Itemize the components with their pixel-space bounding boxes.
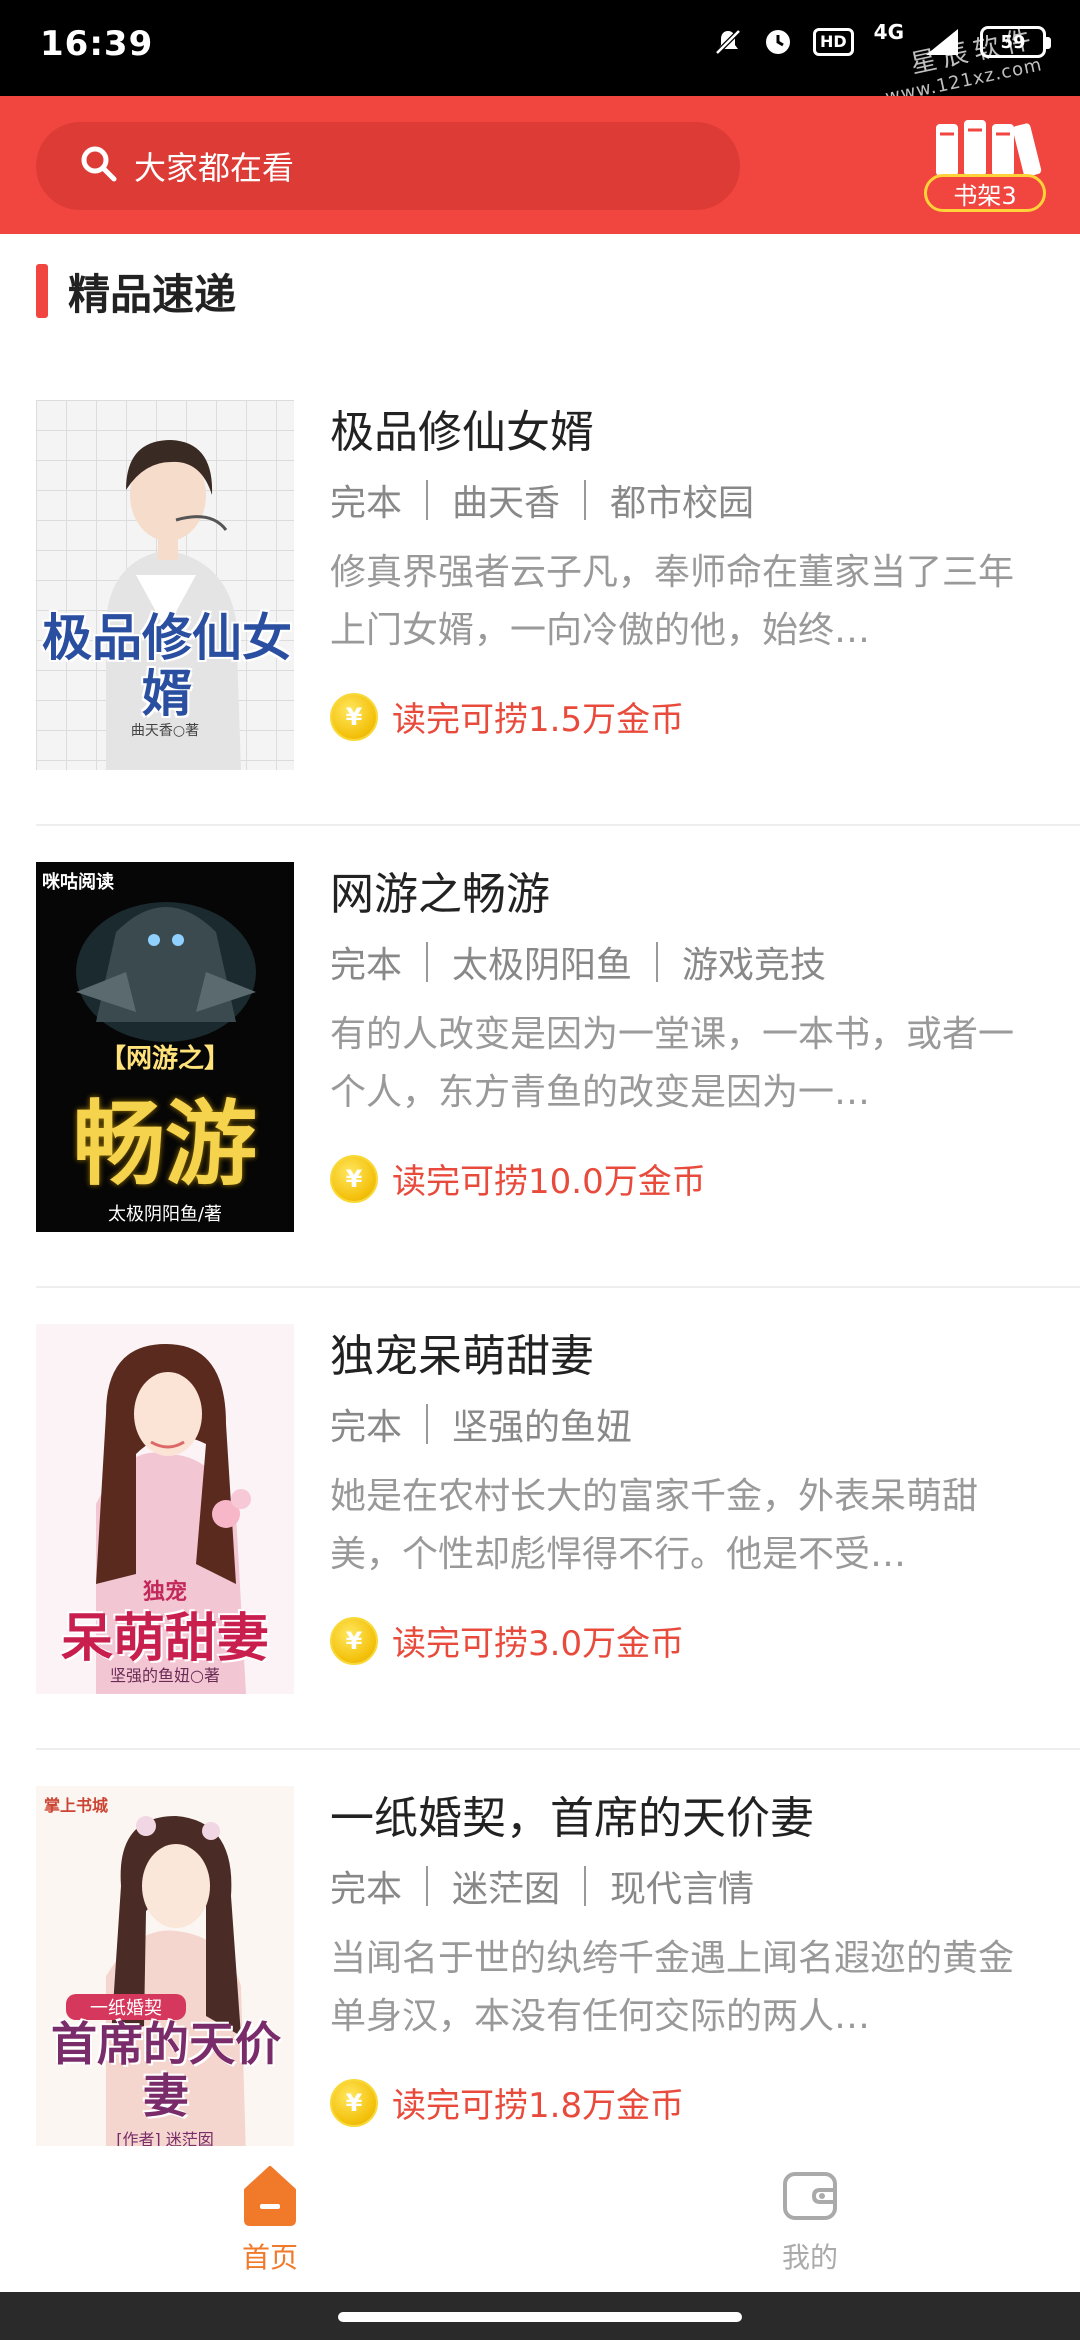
book-category: 都市校园 — [610, 483, 755, 524]
nav-home-label: 首页 — [241, 2241, 298, 2274]
alarm-icon — [763, 27, 793, 57]
mute-icon — [713, 27, 743, 57]
book-item[interactable]: 独宠 呆萌甜妻 坚强的鱼妞○著 独宠呆萌甜妻 完本 坚强的鱼妞 她是在农村长大的… — [0, 1288, 1080, 1750]
home-indicator[interactable] — [338, 2312, 742, 2322]
book-author: 迷茫囡 — [452, 1869, 561, 1910]
book-description: 有的人改变是因为一堂课，一本书，或者一个人，东方青鱼的改变是因为一… — [330, 1014, 1015, 1113]
coin-icon: ¥ — [330, 1154, 378, 1203]
book-reward: ¥ 读完可捞1.8万金币 — [330, 2078, 684, 2127]
network-type: 4G — [873, 20, 904, 44]
book-cover: 掌上书城 一纸婚契 首席的天价妻 [作者] 迷茫囡 — [36, 1786, 294, 2156]
status-time: 16:39 — [40, 24, 154, 64]
nav-mine[interactable]: 我的 — [710, 2164, 910, 2276]
cover-brand: 咪咕阅读 — [42, 872, 114, 893]
cover-author: 坚强的鱼妞○著 — [110, 1666, 220, 1685]
book-author: 坚强的鱼妞 — [452, 1407, 633, 1448]
meta-divider — [426, 480, 429, 520]
book-item[interactable]: 咪咕阅读 【网游之】 畅游 太极阴阳鱼/著 网游之畅游 完本 太极阴阳鱼 游戏竞… — [0, 826, 1080, 1288]
cover-title: 畅游 — [72, 1090, 257, 1198]
book-description: 她是在农村长大的富家千金，外表呆萌甜美，个性却彪悍得不行。他是不受… — [330, 1476, 979, 1575]
book-title: 极品修仙女婿 — [330, 407, 594, 458]
book-meta: 完本 太极阴阳鱼 游戏竞技 — [330, 936, 826, 988]
bookshelf-label: 书架3 — [924, 174, 1046, 212]
wallet-icon — [780, 2164, 840, 2226]
book-item[interactable]: 极品修仙女婿 曲天香○著 极品修仙女婿 完本 曲天香 都市校园 修真界强者云子凡… — [0, 364, 1080, 826]
book-category: 现代言情 — [610, 1869, 755, 1910]
book-meta: 完本 曲天香 都市校园 — [330, 474, 754, 526]
hd-icon: HD — [812, 28, 854, 56]
book-reward: ¥ 读完可捞1.5万金币 — [330, 692, 684, 741]
book-reward: ¥ 读完可捞3.0万金币 — [330, 1616, 684, 1665]
coin-icon: ¥ — [330, 1616, 378, 1665]
bottom-nav: 首页 我的 — [0, 2146, 1080, 2292]
reward-text: 读完可捞10.0万金币 — [392, 1162, 706, 1202]
book-title: 一纸婚契，首席的天价妻 — [330, 1793, 814, 1844]
cover-author: 太极阴阳鱼/著 — [107, 1204, 223, 1225]
bookshelf-button[interactable]: 书架3 — [924, 116, 1048, 216]
book-cover: 咪咕阅读 【网游之】 畅游 太极阴阳鱼/著 — [36, 862, 294, 1232]
book-meta: 完本 迷茫囡 现代言情 — [330, 1860, 754, 1912]
book-status: 完本 — [330, 483, 403, 524]
status-bar: 16:39 HD 4G 59 星辰软件 www.121xz.com — [0, 0, 1080, 108]
book-description: 修真界强者云子凡，奉师命在董家当了三年上门女婿，一向冷傲的他，始终… — [330, 552, 1015, 651]
section-title-text: 精品速递 — [68, 269, 237, 319]
book-status: 完本 — [330, 1407, 403, 1448]
coin-icon: ¥ — [330, 692, 378, 741]
book-reward: ¥ 读完可捞10.0万金币 — [330, 1154, 706, 1203]
search-icon — [80, 145, 118, 187]
search-bar[interactable]: 大家都在看 — [36, 122, 740, 210]
book-status: 完本 — [330, 1869, 403, 1910]
cover-brand: 掌上书城 — [44, 1796, 109, 1815]
nav-mine-label: 我的 — [781, 2241, 838, 2274]
gesture-bar — [0, 2292, 1080, 2340]
coin-icon: ¥ — [330, 2078, 378, 2127]
section-title: 精品速递 — [36, 264, 236, 319]
book-category: 游戏竞技 — [682, 945, 827, 986]
book-author: 曲天香 — [452, 483, 561, 524]
cover-title: 极品修仙女婿 — [42, 608, 292, 723]
book-status: 完本 — [330, 945, 403, 986]
book-cover: 极品修仙女婿 曲天香○著 — [36, 400, 294, 770]
meta-divider — [656, 942, 659, 982]
meta-divider — [426, 942, 429, 982]
reward-text: 读完可捞3.0万金币 — [392, 1624, 685, 1664]
reward-text: 读完可捞1.5万金币 — [392, 700, 685, 740]
search-placeholder: 大家都在看 — [134, 149, 295, 187]
book-author: 太极阴阳鱼 — [452, 945, 633, 986]
book-cover: 独宠 呆萌甜妻 坚强的鱼妞○著 — [36, 1324, 294, 1694]
nav-home[interactable]: 首页 — [170, 2164, 370, 2276]
meta-divider — [584, 480, 587, 520]
cover-author: 曲天香○著 — [130, 723, 200, 739]
book-meta: 完本 坚强的鱼妞 — [330, 1398, 632, 1450]
cover-title: 首席的天价妻 — [51, 2017, 281, 2123]
reward-text: 读完可捞1.8万金币 — [392, 2086, 685, 2126]
meta-divider — [426, 1404, 429, 1444]
section-accent-bar — [36, 264, 48, 318]
app-header: 大家都在看 书架3 — [0, 96, 1080, 234]
meta-divider — [584, 1866, 587, 1906]
cover-title: 呆萌甜妻 — [60, 1608, 269, 1669]
book-title: 网游之畅游 — [330, 869, 550, 920]
home-icon — [240, 2164, 300, 2226]
meta-divider — [426, 1866, 429, 1906]
book-title: 独宠呆萌甜妻 — [330, 1331, 594, 1382]
book-description: 当闻名于世的纨绔千金遇上闻名遐迩的黄金单身汉，本没有任何交际的两人… — [330, 1938, 1015, 2037]
book-item[interactable]: 掌上书城 一纸婚契 首席的天价妻 [作者] 迷茫囡 一纸婚契，首席的天价妻 完本… — [0, 1750, 1080, 2156]
